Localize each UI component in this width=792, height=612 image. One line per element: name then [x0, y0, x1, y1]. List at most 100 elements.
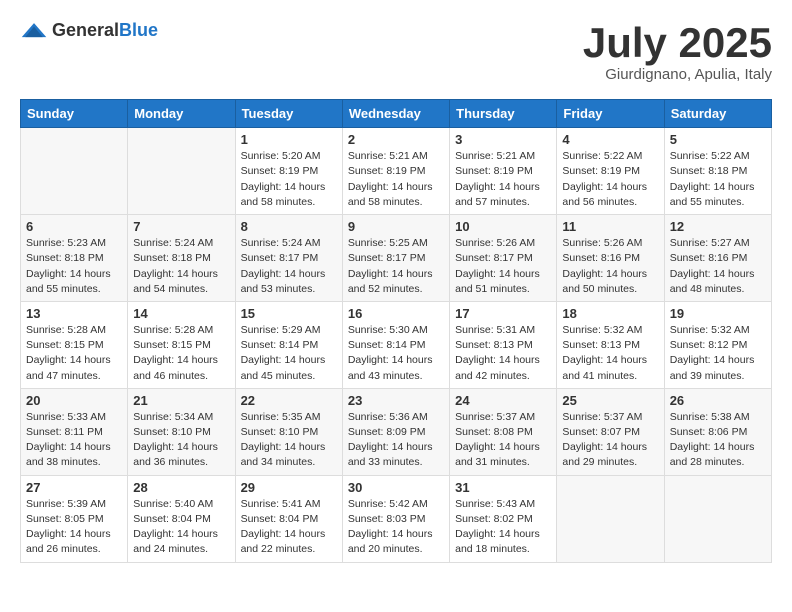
calendar-cell: 21 Sunrise: 5:34 AM Sunset: 8:10 PM Dayli… — [128, 388, 235, 475]
calendar-cell: 24 Sunrise: 5:37 AM Sunset: 8:08 PM Dayli… — [450, 388, 557, 475]
day-number: 10 — [455, 219, 551, 234]
calendar-cell: 15 Sunrise: 5:29 AM Sunset: 8:14 PM Dayli… — [235, 301, 342, 388]
day-number: 17 — [455, 306, 551, 321]
weekday-header: Thursday — [450, 100, 557, 128]
day-number: 3 — [455, 132, 551, 147]
calendar-cell: 8Sunrise: 5:24 AM Sunset: 8:17 PM Daylig… — [235, 215, 342, 302]
weekday-header: Saturday — [664, 100, 771, 128]
day-number: 29 — [241, 480, 337, 495]
day-info: Sunrise: 5:25 AM Sunset: 8:17 PM Dayligh… — [348, 236, 444, 297]
day-info: Sunrise: 5:26 AM Sunset: 8:16 PM Dayligh… — [562, 236, 658, 297]
day-info: Sunrise: 5:40 AM Sunset: 8:04 PM Dayligh… — [133, 497, 229, 558]
calendar-cell: 13 Sunrise: 5:28 AM Sunset: 8:15 PM Dayli… — [21, 301, 128, 388]
day-info: Sunrise: 5:21 AM Sunset: 8:19 PM Dayligh… — [455, 149, 551, 210]
day-info: Sunrise: 5:43 AM Sunset: 8:02 PM Dayligh… — [455, 497, 551, 558]
day-number: 9 — [348, 219, 444, 234]
day-info: Sunrise: 5:26 AM Sunset: 8:17 PM Dayligh… — [455, 236, 551, 297]
day-info: Sunrise: 5:23 AM Sunset: 8:18 PM Dayligh… — [26, 236, 122, 297]
day-info: Sunrise: 5:42 AM Sunset: 8:03 PM Dayligh… — [348, 497, 444, 558]
day-number: 30 — [348, 480, 444, 495]
day-number: 26 — [670, 393, 766, 408]
day-number: 4 — [562, 132, 658, 147]
day-number: 19 — [670, 306, 766, 321]
calendar-cell: 23 Sunrise: 5:36 AM Sunset: 8:09 PM Dayli… — [342, 388, 449, 475]
day-number: 22 — [241, 393, 337, 408]
calendar-cell — [664, 475, 771, 562]
calendar-week-row: 1 Sunrise: 5:20 AM Sunset: 8:19 PM Daylig… — [21, 128, 772, 215]
calendar-cell: 26 Sunrise: 5:38 AM Sunset: 8:06 PM Dayli… — [664, 388, 771, 475]
day-info: Sunrise: 5:38 AM Sunset: 8:06 PM Dayligh… — [670, 410, 766, 471]
day-number: 6 — [26, 219, 122, 234]
logo-text-general: General — [52, 20, 119, 40]
day-number: 24 — [455, 393, 551, 408]
day-info: Sunrise: 5:29 AM Sunset: 8:14 PM Dayligh… — [241, 323, 337, 384]
calendar-cell: 2Sunrise: 5:21 AM Sunset: 8:19 PM Daylig… — [342, 128, 449, 215]
calendar-cell: 11 Sunrise: 5:26 AM Sunset: 8:16 PM Dayli… — [557, 215, 664, 302]
day-info: Sunrise: 5:24 AM Sunset: 8:17 PM Dayligh… — [241, 236, 337, 297]
day-info: Sunrise: 5:35 AM Sunset: 8:10 PM Dayligh… — [241, 410, 337, 471]
calendar-week-row: 20Sunrise: 5:33 AM Sunset: 8:11 PM Dayli… — [21, 388, 772, 475]
calendar-cell: 30 Sunrise: 5:42 AM Sunset: 8:03 PM Dayli… — [342, 475, 449, 562]
day-number: 11 — [562, 219, 658, 234]
day-number: 23 — [348, 393, 444, 408]
calendar-cell: 31 Sunrise: 5:43 AM Sunset: 8:02 PM Dayli… — [450, 475, 557, 562]
title-block: July 2025 Giurdignano, Apulia, Italy — [583, 20, 772, 83]
day-number: 14 — [133, 306, 229, 321]
day-number: 25 — [562, 393, 658, 408]
day-number: 16 — [348, 306, 444, 321]
day-info: Sunrise: 5:32 AM Sunset: 8:12 PM Dayligh… — [670, 323, 766, 384]
day-number: 28 — [133, 480, 229, 495]
day-number: 13 — [26, 306, 122, 321]
calendar-cell: 29 Sunrise: 5:41 AM Sunset: 8:04 PM Dayli… — [235, 475, 342, 562]
day-info: Sunrise: 5:20 AM Sunset: 8:19 PM Dayligh… — [241, 149, 337, 210]
calendar-cell — [21, 128, 128, 215]
month-title: July 2025 — [583, 20, 772, 66]
day-number: 2 — [348, 132, 444, 147]
calendar-cell: 12 Sunrise: 5:27 AM Sunset: 8:16 PM Dayli… — [664, 215, 771, 302]
day-number: 15 — [241, 306, 337, 321]
calendar-week-row: 27 Sunrise: 5:39 AM Sunset: 8:05 PM Dayli… — [21, 475, 772, 562]
calendar-cell — [128, 128, 235, 215]
calendar-cell: 7 Sunrise: 5:24 AM Sunset: 8:18 PM Daylig… — [128, 215, 235, 302]
calendar-cell: 4Sunrise: 5:22 AM Sunset: 8:19 PM Daylig… — [557, 128, 664, 215]
day-info: Sunrise: 5:28 AM Sunset: 8:15 PM Dayligh… — [26, 323, 122, 384]
day-info: Sunrise: 5:39 AM Sunset: 8:05 PM Dayligh… — [26, 497, 122, 558]
weekday-header: Tuesday — [235, 100, 342, 128]
day-info: Sunrise: 5:37 AM Sunset: 8:08 PM Dayligh… — [455, 410, 551, 471]
calendar-cell: 10 Sunrise: 5:26 AM Sunset: 8:17 PM Dayli… — [450, 215, 557, 302]
day-info: Sunrise: 5:41 AM Sunset: 8:04 PM Dayligh… — [241, 497, 337, 558]
page-header: GeneralBlue July 2025 Giurdignano, Apuli… — [20, 20, 772, 83]
day-number: 27 — [26, 480, 122, 495]
calendar-cell: 9 Sunrise: 5:25 AM Sunset: 8:17 PM Daylig… — [342, 215, 449, 302]
weekday-header: Sunday — [21, 100, 128, 128]
day-number: 1 — [241, 132, 337, 147]
day-info: Sunrise: 5:24 AM Sunset: 8:18 PM Dayligh… — [133, 236, 229, 297]
day-number: 5 — [670, 132, 766, 147]
day-number: 18 — [562, 306, 658, 321]
calendar-cell: 3 Sunrise: 5:21 AM Sunset: 8:19 PM Daylig… — [450, 128, 557, 215]
day-info: Sunrise: 5:37 AM Sunset: 8:07 PM Dayligh… — [562, 410, 658, 471]
calendar-cell — [557, 475, 664, 562]
day-info: Sunrise: 5:27 AM Sunset: 8:16 PM Dayligh… — [670, 236, 766, 297]
day-info: Sunrise: 5:34 AM Sunset: 8:10 PM Dayligh… — [133, 410, 229, 471]
weekday-header: Monday — [128, 100, 235, 128]
weekday-header: Friday — [557, 100, 664, 128]
calendar-table: SundayMondayTuesdayWednesdayThursdayFrid… — [20, 99, 772, 562]
day-number: 31 — [455, 480, 551, 495]
logo-icon — [20, 21, 48, 41]
calendar-cell: 28 Sunrise: 5:40 AM Sunset: 8:04 PM Dayli… — [128, 475, 235, 562]
day-info: Sunrise: 5:28 AM Sunset: 8:15 PM Dayligh… — [133, 323, 229, 384]
day-number: 21 — [133, 393, 229, 408]
day-info: Sunrise: 5:36 AM Sunset: 8:09 PM Dayligh… — [348, 410, 444, 471]
day-number: 20 — [26, 393, 122, 408]
weekday-header: Wednesday — [342, 100, 449, 128]
day-info: Sunrise: 5:31 AM Sunset: 8:13 PM Dayligh… — [455, 323, 551, 384]
day-info: Sunrise: 5:30 AM Sunset: 8:14 PM Dayligh… — [348, 323, 444, 384]
calendar-cell: 5Sunrise: 5:22 AM Sunset: 8:18 PM Daylig… — [664, 128, 771, 215]
calendar-cell: 16 Sunrise: 5:30 AM Sunset: 8:14 PM Dayli… — [342, 301, 449, 388]
calendar-header-row: SundayMondayTuesdayWednesdayThursdayFrid… — [21, 100, 772, 128]
calendar-cell: 1 Sunrise: 5:20 AM Sunset: 8:19 PM Daylig… — [235, 128, 342, 215]
day-number: 12 — [670, 219, 766, 234]
day-number: 7 — [133, 219, 229, 234]
calendar-cell: 17 Sunrise: 5:31 AM Sunset: 8:13 PM Dayli… — [450, 301, 557, 388]
